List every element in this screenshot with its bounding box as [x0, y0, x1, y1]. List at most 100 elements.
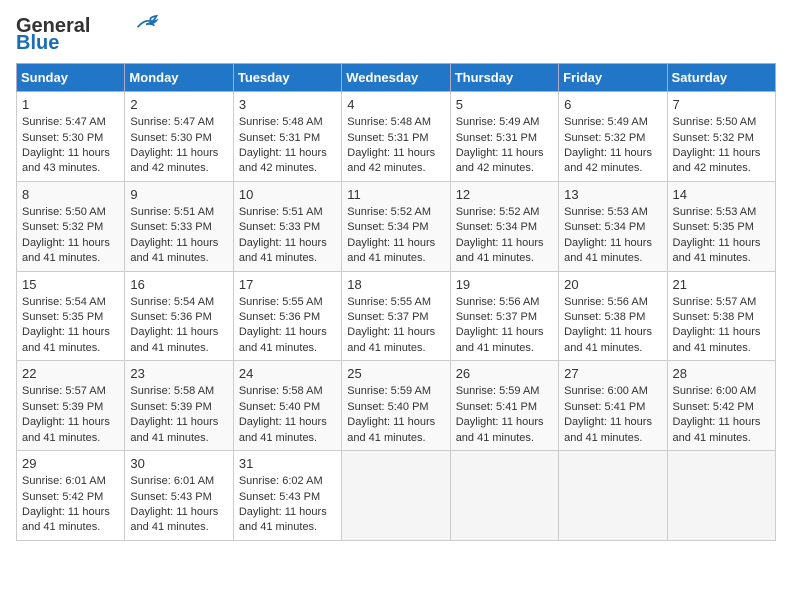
sunset-text: Sunset: 5:34 PM	[456, 221, 537, 233]
day-number: 29	[22, 455, 119, 473]
daylight-minutes: and 41 minutes.	[22, 252, 100, 264]
daylight-text: Daylight: 11 hours	[239, 326, 327, 338]
sunrise-text: Sunrise: 5:47 AM	[130, 116, 214, 128]
calendar-cell: 14Sunrise: 5:53 AMSunset: 5:35 PMDayligh…	[667, 181, 775, 271]
calendar-cell: 29Sunrise: 6:01 AMSunset: 5:42 PMDayligh…	[17, 451, 125, 541]
day-number: 5	[456, 96, 553, 114]
daylight-minutes: and 41 minutes.	[22, 521, 100, 533]
day-number: 13	[564, 186, 661, 204]
calendar-cell	[450, 451, 558, 541]
day-number: 27	[564, 365, 661, 383]
day-number: 31	[239, 455, 336, 473]
day-number: 20	[564, 276, 661, 294]
day-number: 16	[130, 276, 227, 294]
sunset-text: Sunset: 5:32 PM	[22, 221, 103, 233]
sunrise-text: Sunrise: 5:52 AM	[456, 206, 540, 218]
sunset-text: Sunset: 5:36 PM	[130, 311, 211, 323]
sunrise-text: Sunrise: 5:51 AM	[239, 206, 323, 218]
sunset-text: Sunset: 5:38 PM	[564, 311, 645, 323]
sunset-text: Sunset: 5:41 PM	[564, 401, 645, 413]
daylight-text: Daylight: 11 hours	[564, 237, 652, 249]
sunset-text: Sunset: 5:39 PM	[130, 401, 211, 413]
sunset-text: Sunset: 5:31 PM	[347, 132, 428, 144]
day-number: 18	[347, 276, 444, 294]
sunrise-text: Sunrise: 5:56 AM	[456, 296, 540, 308]
daylight-minutes: and 41 minutes.	[673, 252, 751, 264]
sunrise-text: Sunrise: 5:54 AM	[22, 296, 106, 308]
calendar-cell: 28Sunrise: 6:00 AMSunset: 5:42 PMDayligh…	[667, 361, 775, 451]
calendar-cell: 12Sunrise: 5:52 AMSunset: 5:34 PMDayligh…	[450, 181, 558, 271]
calendar-cell: 5Sunrise: 5:49 AMSunset: 5:31 PMDaylight…	[450, 92, 558, 182]
daylight-text: Daylight: 11 hours	[239, 416, 327, 428]
daylight-minutes: and 41 minutes.	[239, 521, 317, 533]
daylight-minutes: and 41 minutes.	[239, 252, 317, 264]
day-header-thursday: Thursday	[450, 64, 558, 92]
sunset-text: Sunset: 5:39 PM	[22, 401, 103, 413]
calendar-cell: 30Sunrise: 6:01 AMSunset: 5:43 PMDayligh…	[125, 451, 233, 541]
sunset-text: Sunset: 5:41 PM	[456, 401, 537, 413]
page-header: General Blue	[16, 16, 776, 55]
daylight-minutes: and 41 minutes.	[239, 342, 317, 354]
daylight-text: Daylight: 11 hours	[22, 147, 110, 159]
calendar-cell: 15Sunrise: 5:54 AMSunset: 5:35 PMDayligh…	[17, 271, 125, 361]
daylight-text: Daylight: 11 hours	[564, 326, 652, 338]
day-number: 17	[239, 276, 336, 294]
calendar-cell: 21Sunrise: 5:57 AMSunset: 5:38 PMDayligh…	[667, 271, 775, 361]
day-number: 4	[347, 96, 444, 114]
daylight-minutes: and 41 minutes.	[239, 432, 317, 444]
daylight-text: Daylight: 11 hours	[239, 147, 327, 159]
sunrise-text: Sunrise: 5:55 AM	[239, 296, 323, 308]
calendar-cell: 18Sunrise: 5:55 AMSunset: 5:37 PMDayligh…	[342, 271, 450, 361]
daylight-text: Daylight: 11 hours	[22, 416, 110, 428]
day-number: 8	[22, 186, 119, 204]
sunset-text: Sunset: 5:36 PM	[239, 311, 320, 323]
calendar-cell: 22Sunrise: 5:57 AMSunset: 5:39 PMDayligh…	[17, 361, 125, 451]
sunrise-text: Sunrise: 5:49 AM	[564, 116, 648, 128]
calendar-cell: 31Sunrise: 6:02 AMSunset: 5:43 PMDayligh…	[233, 451, 341, 541]
sunset-text: Sunset: 5:30 PM	[22, 132, 103, 144]
calendar-cell: 26Sunrise: 5:59 AMSunset: 5:41 PMDayligh…	[450, 361, 558, 451]
daylight-minutes: and 42 minutes.	[130, 162, 208, 174]
calendar-cell: 4Sunrise: 5:48 AMSunset: 5:31 PMDaylight…	[342, 92, 450, 182]
daylight-text: Daylight: 11 hours	[673, 237, 761, 249]
calendar-cell: 25Sunrise: 5:59 AMSunset: 5:40 PMDayligh…	[342, 361, 450, 451]
day-number: 24	[239, 365, 336, 383]
day-number: 21	[673, 276, 770, 294]
sunrise-text: Sunrise: 6:00 AM	[673, 385, 757, 397]
daylight-text: Daylight: 11 hours	[564, 416, 652, 428]
sunrise-text: Sunrise: 5:55 AM	[347, 296, 431, 308]
calendar-cell: 23Sunrise: 5:58 AMSunset: 5:39 PMDayligh…	[125, 361, 233, 451]
daylight-minutes: and 43 minutes.	[22, 162, 100, 174]
sunset-text: Sunset: 5:30 PM	[130, 132, 211, 144]
sunset-text: Sunset: 5:40 PM	[347, 401, 428, 413]
calendar-cell: 9Sunrise: 5:51 AMSunset: 5:33 PMDaylight…	[125, 181, 233, 271]
daylight-text: Daylight: 11 hours	[239, 237, 327, 249]
sunrise-text: Sunrise: 6:01 AM	[130, 475, 214, 487]
daylight-text: Daylight: 11 hours	[130, 147, 218, 159]
calendar-header-row: SundayMondayTuesdayWednesdayThursdayFrid…	[17, 64, 776, 92]
day-header-sunday: Sunday	[17, 64, 125, 92]
daylight-minutes: and 42 minutes.	[347, 162, 425, 174]
calendar-cell: 6Sunrise: 5:49 AMSunset: 5:32 PMDaylight…	[559, 92, 667, 182]
daylight-text: Daylight: 11 hours	[673, 326, 761, 338]
daylight-minutes: and 41 minutes.	[673, 432, 751, 444]
sunrise-text: Sunrise: 5:57 AM	[22, 385, 106, 397]
sunset-text: Sunset: 5:42 PM	[673, 401, 754, 413]
sunrise-text: Sunrise: 5:53 AM	[673, 206, 757, 218]
daylight-minutes: and 41 minutes.	[456, 252, 534, 264]
daylight-text: Daylight: 11 hours	[347, 416, 435, 428]
sunset-text: Sunset: 5:32 PM	[673, 132, 754, 144]
calendar-table: SundayMondayTuesdayWednesdayThursdayFrid…	[16, 63, 776, 541]
logo-bird-icon	[132, 13, 160, 33]
calendar-week-row: 8Sunrise: 5:50 AMSunset: 5:32 PMDaylight…	[17, 181, 776, 271]
daylight-text: Daylight: 11 hours	[347, 147, 435, 159]
daylight-text: Daylight: 11 hours	[130, 506, 218, 518]
sunset-text: Sunset: 5:37 PM	[456, 311, 537, 323]
calendar-cell: 19Sunrise: 5:56 AMSunset: 5:37 PMDayligh…	[450, 271, 558, 361]
sunset-text: Sunset: 5:31 PM	[456, 132, 537, 144]
sunset-text: Sunset: 5:34 PM	[564, 221, 645, 233]
calendar-cell: 7Sunrise: 5:50 AMSunset: 5:32 PMDaylight…	[667, 92, 775, 182]
day-number: 9	[130, 186, 227, 204]
sunrise-text: Sunrise: 5:52 AM	[347, 206, 431, 218]
daylight-text: Daylight: 11 hours	[456, 237, 544, 249]
